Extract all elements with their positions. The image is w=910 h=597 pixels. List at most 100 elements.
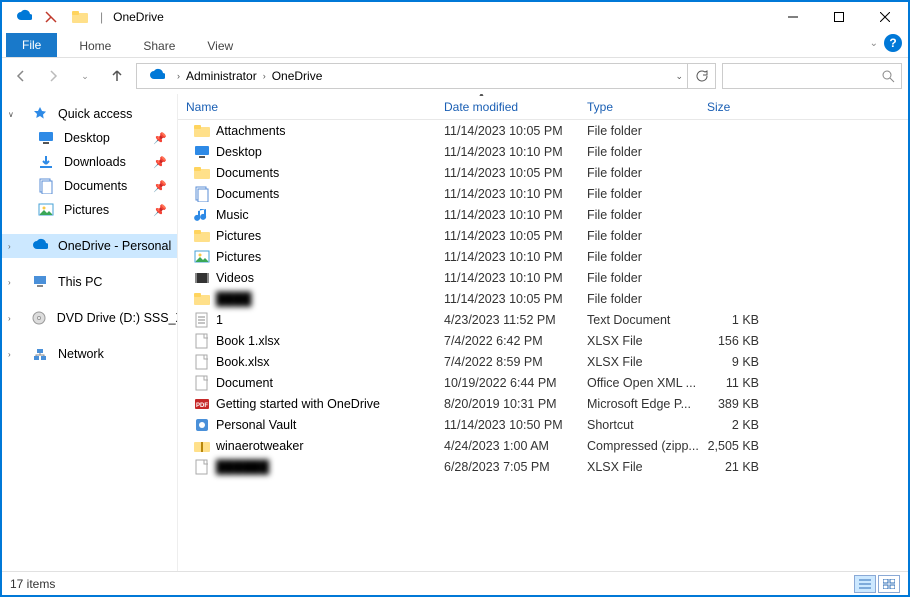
tree-pictures[interactable]: Pictures📌 — [2, 198, 177, 222]
file-type: File folder — [579, 250, 699, 264]
tree-downloads[interactable]: Downloads 📌 — [2, 150, 177, 174]
file-date: 11/14/2023 10:10 PM — [436, 271, 579, 285]
file-type: File folder — [579, 229, 699, 243]
file-name: Book.xlsx — [216, 355, 270, 369]
file-row[interactable]: Personal Vault11/14/2023 10:50 PMShortcu… — [178, 414, 908, 435]
qat-sep: | — [100, 10, 103, 24]
file-row[interactable]: Getting started with OneDrive8/20/2019 1… — [178, 393, 908, 414]
col-size[interactable]: Size — [699, 100, 771, 114]
col-name[interactable]: Name — [178, 100, 436, 114]
file-type: Compressed (zipp... — [579, 439, 699, 453]
file-name: Documents — [216, 187, 279, 201]
maximize-button[interactable] — [816, 2, 862, 32]
ribbon-tab-view[interactable]: View — [191, 35, 249, 57]
file-type: File folder — [579, 145, 699, 159]
file-name: ████ — [216, 292, 251, 306]
folder-icon — [194, 165, 210, 181]
file-date: 11/14/2023 10:05 PM — [436, 166, 579, 180]
col-date[interactable]: Date modified — [436, 100, 579, 114]
desktop-icon — [38, 130, 54, 146]
file-row[interactable]: Book.xlsx7/4/2022 8:59 PMXLSX File9 KB — [178, 351, 908, 372]
videos-icon — [194, 270, 210, 286]
file-name: Document — [216, 376, 273, 390]
file-name: 1 — [216, 313, 223, 327]
file-row[interactable]: winaerotweaker4/24/2023 1:00 AMCompresse… — [178, 435, 908, 456]
file-row[interactable]: Music11/14/2023 10:10 PMFile folder — [178, 204, 908, 225]
breadcrumb-item[interactable]: OneDrive — [272, 69, 323, 83]
minimize-button[interactable] — [770, 2, 816, 32]
address-bar[interactable]: › Administrator › OneDrive ⌄ — [136, 63, 688, 89]
chevron-right-icon[interactable]: › — [177, 71, 180, 81]
file-row[interactable]: Pictures11/14/2023 10:05 PMFile folder — [178, 225, 908, 246]
file-row[interactable]: Pictures11/14/2023 10:10 PMFile folder — [178, 246, 908, 267]
file-type: File folder — [579, 208, 699, 222]
tree-network[interactable]: ›Network — [2, 342, 177, 366]
file-row[interactable]: ██████6/28/2023 7:05 PMXLSX File21 KB — [178, 456, 908, 477]
ribbon-tab-home[interactable]: Home — [63, 35, 127, 57]
file-date: 11/14/2023 10:05 PM — [436, 292, 579, 306]
view-thumbnails-button[interactable] — [878, 575, 900, 593]
file-name: Attachments — [216, 124, 285, 138]
search-input[interactable] — [722, 63, 902, 89]
file-type: File folder — [579, 271, 699, 285]
file-type: Microsoft Edge P... — [579, 397, 699, 411]
qat-folder-icon[interactable] — [64, 9, 94, 25]
file-row[interactable]: Desktop11/14/2023 10:10 PMFile folder — [178, 141, 908, 162]
status-bar: 17 items — [2, 571, 908, 595]
sort-asc-icon: ▲ — [478, 94, 485, 98]
file-name: Personal Vault — [216, 418, 296, 432]
file-row[interactable]: 14/23/2023 11:52 PMText Document1 KB — [178, 309, 908, 330]
file-date: 11/14/2023 10:10 PM — [436, 208, 579, 222]
pin-icon: 📌 — [153, 132, 167, 145]
file-date: 7/4/2022 8:59 PM — [436, 355, 579, 369]
file-row[interactable]: Document10/19/2022 6:44 PMOffice Open XM… — [178, 372, 908, 393]
tree-dvd[interactable]: ›DVD Drive (D:) SSS_X6 — [2, 306, 177, 330]
pictures-icon — [38, 202, 54, 218]
chevron-down-icon[interactable]: ⌄ — [675, 71, 683, 82]
file-name: Desktop — [216, 145, 262, 159]
folder-icon — [194, 123, 210, 139]
file-row[interactable]: Book 1.xlsx7/4/2022 6:42 PMXLSX File156 … — [178, 330, 908, 351]
file-row[interactable]: Videos 11/14/2023 10:10 PMFile folder — [178, 267, 908, 288]
tree-label: Network — [58, 347, 104, 361]
tree-onedrive[interactable]: ›OneDrive - Personal — [2, 234, 177, 258]
close-button[interactable] — [862, 2, 908, 32]
tree-thispc[interactable]: ›This PC — [2, 270, 177, 294]
file-name: ██████ — [216, 460, 269, 474]
file-row[interactable]: ████11/14/2023 10:05 PMFile folder — [178, 288, 908, 309]
ribbon-tab-share[interactable]: Share — [127, 35, 191, 57]
file-name: Videos — [216, 271, 254, 285]
qat-properties-icon[interactable] — [44, 10, 58, 24]
tree-label: Downloads — [64, 155, 126, 169]
tree-quick-access[interactable]: ∨Quick access — [2, 102, 177, 126]
file-row[interactable]: Attachments11/14/2023 10:05 PMFile folde… — [178, 120, 908, 141]
tree-label: Pictures — [64, 203, 109, 217]
recent-dropdown-icon[interactable]: ⌄ — [72, 63, 98, 89]
chevron-right-icon[interactable]: › — [263, 71, 266, 81]
file-row[interactable]: Documents11/14/2023 10:10 PMFile folder — [178, 183, 908, 204]
ribbon-file[interactable]: File — [6, 33, 57, 57]
up-button[interactable] — [104, 63, 130, 89]
pin-icon: 📌 — [153, 156, 167, 169]
refresh-button[interactable] — [688, 63, 716, 89]
file-date: 4/23/2023 11:52 PM — [436, 313, 579, 327]
file-size: 1 KB — [699, 313, 771, 327]
breadcrumb-item[interactable]: Administrator — [186, 69, 257, 83]
view-details-button[interactable] — [854, 575, 876, 593]
file-type: Shortcut — [579, 418, 699, 432]
file-size: 389 KB — [699, 397, 771, 411]
tree-label: OneDrive - Personal — [58, 239, 171, 253]
vault-icon — [194, 417, 210, 433]
file-icon — [194, 459, 210, 475]
ribbon-expand-icon[interactable]: ⌄ — [870, 38, 878, 49]
app-icon-onedrive — [8, 9, 38, 25]
tree-desktop[interactable]: Desktop📌 — [2, 126, 177, 150]
file-row[interactable]: Documents11/14/2023 10:05 PMFile folder — [178, 162, 908, 183]
col-type[interactable]: Type — [579, 100, 699, 114]
file-icon — [194, 375, 210, 391]
tree-label: Documents — [64, 179, 127, 193]
help-icon[interactable]: ? — [884, 34, 902, 52]
forward-button[interactable] — [40, 63, 66, 89]
tree-documents[interactable]: Documents📌 — [2, 174, 177, 198]
back-button[interactable] — [8, 63, 34, 89]
